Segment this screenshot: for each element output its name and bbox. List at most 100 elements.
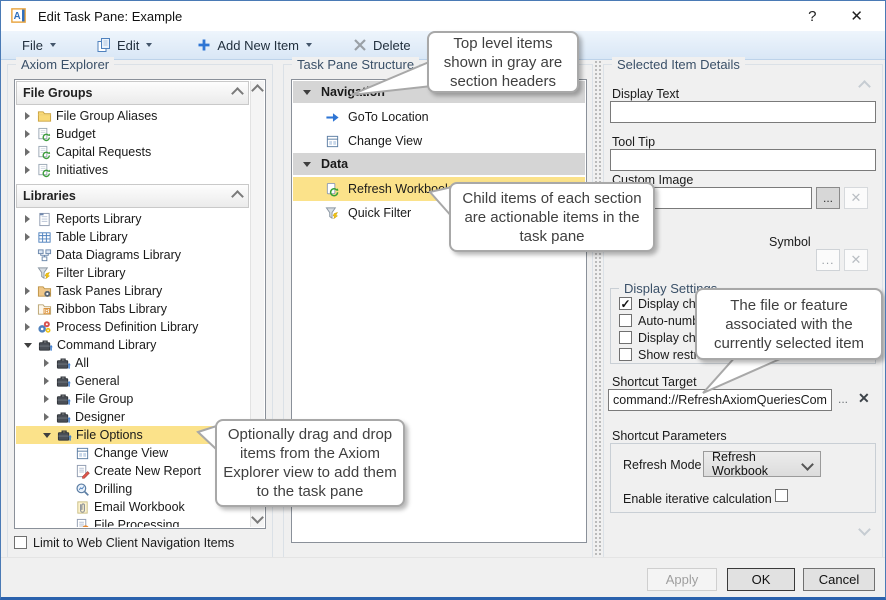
ok-button[interactable]: OK	[727, 568, 795, 591]
cancel-button[interactable]: Cancel	[803, 568, 875, 591]
shortcut-parameters-label: Shortcut Parameters	[612, 429, 727, 443]
tree-item-label: Task Panes Library	[56, 284, 162, 298]
shortcut-target-label: Shortcut Target	[612, 375, 697, 389]
file-group-icon	[37, 163, 52, 178]
iterative-calc-checkbox[interactable]	[775, 489, 788, 502]
menu-edit[interactable]: Edit	[89, 34, 159, 56]
title-bar: A Edit Task Pane: Example ? ✕	[1, 1, 885, 32]
tree-item-reports-library[interactable]: Reports Library	[16, 210, 249, 228]
report-icon	[37, 212, 52, 227]
collapse-arrow-icon[interactable]	[24, 343, 32, 348]
tree-item-command-library[interactable]: Command Library	[16, 336, 249, 354]
close-button[interactable]: ✕	[850, 9, 863, 24]
menu-file[interactable]: File	[15, 35, 63, 56]
tree-item-ribbon-tabs-library[interactable]: RRibbon Tabs Library	[16, 300, 249, 318]
shortcut-target-clear-button[interactable]: ✕	[858, 390, 870, 407]
callout-shortcut-target: The file or feature associated with the …	[695, 288, 883, 360]
shortcut-target-input[interactable]	[608, 389, 832, 411]
command-library-icon	[57, 428, 72, 443]
libraries-header[interactable]: Libraries	[16, 184, 249, 208]
taskpane-item-label: GoTo Location	[348, 110, 429, 124]
taskpane-item-goto-location[interactable]: GoTo Location	[293, 105, 585, 129]
collapse-arrow-icon[interactable]	[303, 162, 311, 167]
scroll-down-indicator-icon[interactable]	[858, 523, 871, 536]
refresh-mode-dropdown[interactable]: Refresh Workbook	[703, 451, 821, 477]
callout-section-headers: Top level items shown in gray are sectio…	[427, 31, 579, 93]
panel-splitter[interactable]	[593, 59, 601, 557]
symbol-clear-button[interactable]: ✕	[844, 249, 868, 271]
limit-web-client-checkbox-row[interactable]: Limit to Web Client Navigation Items	[14, 534, 234, 551]
tree-item-budget[interactable]: Budget	[16, 125, 249, 143]
diagram-icon	[37, 248, 52, 263]
checkbox[interactable]	[619, 297, 632, 310]
checkbox[interactable]	[619, 314, 632, 327]
command-library-icon	[56, 392, 71, 407]
symbol-browse-button[interactable]: ...	[816, 249, 840, 271]
tree-item-file-group[interactable]: File Group	[16, 390, 249, 408]
change-view-icon	[325, 134, 340, 149]
limit-web-client-checkbox[interactable]	[14, 536, 27, 549]
help-button[interactable]: ?	[808, 9, 816, 24]
scrollbar-up-icon[interactable]	[251, 84, 264, 97]
axiom-explorer-title: Axiom Explorer	[16, 57, 114, 72]
callout-child-items: Child items of each section are actionab…	[449, 182, 655, 252]
taskpane-item-change-view[interactable]: Change View	[293, 129, 585, 153]
tree-item-general[interactable]: General	[16, 372, 249, 390]
tree-item-initiatives[interactable]: Initiatives	[16, 161, 249, 179]
taskpane-section-data[interactable]: Data	[293, 153, 585, 175]
menu-delete[interactable]: Delete	[345, 34, 418, 56]
file-groups-header[interactable]: File Groups	[16, 81, 249, 105]
tree-item-filter-library[interactable]: Filter Library	[16, 264, 249, 282]
tree-item-process-definition-library[interactable]: Process Definition Library	[16, 318, 249, 336]
tree-item-file-group-aliases[interactable]: File Group Aliases	[16, 107, 249, 125]
collapse-section-icon[interactable]	[231, 87, 244, 100]
expand-arrow-icon[interactable]	[44, 395, 49, 403]
expand-arrow-icon[interactable]	[25, 233, 30, 241]
display-text-input[interactable]	[610, 101, 876, 123]
tree-item-designer[interactable]: Designer	[16, 408, 249, 426]
tree-item-label: Email Workbook	[94, 500, 185, 514]
tree-item-email-workbook[interactable]: Email Workbook	[16, 498, 249, 516]
collapse-section-icon[interactable]	[231, 190, 244, 203]
tree-item-table-library[interactable]: Table Library	[16, 228, 249, 246]
tree-item-task-panes-library[interactable]: Task Panes Library	[16, 282, 249, 300]
scroll-up-indicator-icon[interactable]	[858, 80, 871, 93]
expand-arrow-icon[interactable]	[25, 305, 30, 313]
expand-arrow-icon[interactable]	[25, 148, 30, 156]
tool-tip-input[interactable]	[610, 149, 876, 171]
dropdown-caret-icon	[146, 43, 152, 47]
apply-button[interactable]: Apply	[647, 568, 717, 591]
expand-arrow-icon[interactable]	[44, 359, 49, 367]
tree-item-all[interactable]: All	[16, 354, 249, 372]
email-workbook-icon	[75, 500, 90, 515]
custom-image-browse-button[interactable]: ...	[816, 187, 840, 209]
folder-icon	[37, 109, 52, 124]
custom-image-clear-button[interactable]: ✕	[844, 187, 868, 209]
menu-add-new-item[interactable]: Add New Item	[189, 34, 319, 56]
expand-arrow-icon[interactable]	[44, 377, 49, 385]
expand-arrow-icon[interactable]	[25, 215, 30, 223]
expand-arrow-icon[interactable]	[25, 112, 30, 120]
expand-arrow-icon[interactable]	[25, 130, 30, 138]
file-processing-icon	[75, 518, 90, 528]
expand-arrow-icon[interactable]	[25, 287, 30, 295]
tree-item-data-diagrams-library[interactable]: Data Diagrams Library	[16, 246, 249, 264]
process-definition-icon	[37, 320, 52, 335]
tree-item-capital-requests[interactable]: Capital Requests	[16, 143, 249, 161]
quick-filter-icon	[325, 206, 340, 221]
scrollbar-down-icon[interactable]	[251, 511, 264, 524]
tree-item-label: General	[75, 374, 119, 388]
dialog-edit-task-pane: A Edit Task Pane: Example ? ✕ File Edit Ad…	[0, 0, 886, 600]
collapse-arrow-icon[interactable]	[303, 90, 311, 95]
tree-item-label: Designer	[75, 410, 125, 424]
menu-label: Add New Item	[217, 38, 299, 53]
tree-item-file-processing[interactable]: File Processing	[16, 516, 249, 527]
expand-arrow-icon[interactable]	[25, 166, 30, 174]
tree-item-label: Process Definition Library	[56, 320, 198, 334]
expand-arrow-icon[interactable]	[25, 323, 30, 331]
collapse-arrow-icon[interactable]	[43, 433, 51, 438]
shortcut-target-browse-button[interactable]: ...	[838, 392, 848, 406]
checkbox[interactable]	[619, 348, 632, 361]
expand-arrow-icon[interactable]	[44, 413, 49, 421]
checkbox[interactable]	[619, 331, 632, 344]
